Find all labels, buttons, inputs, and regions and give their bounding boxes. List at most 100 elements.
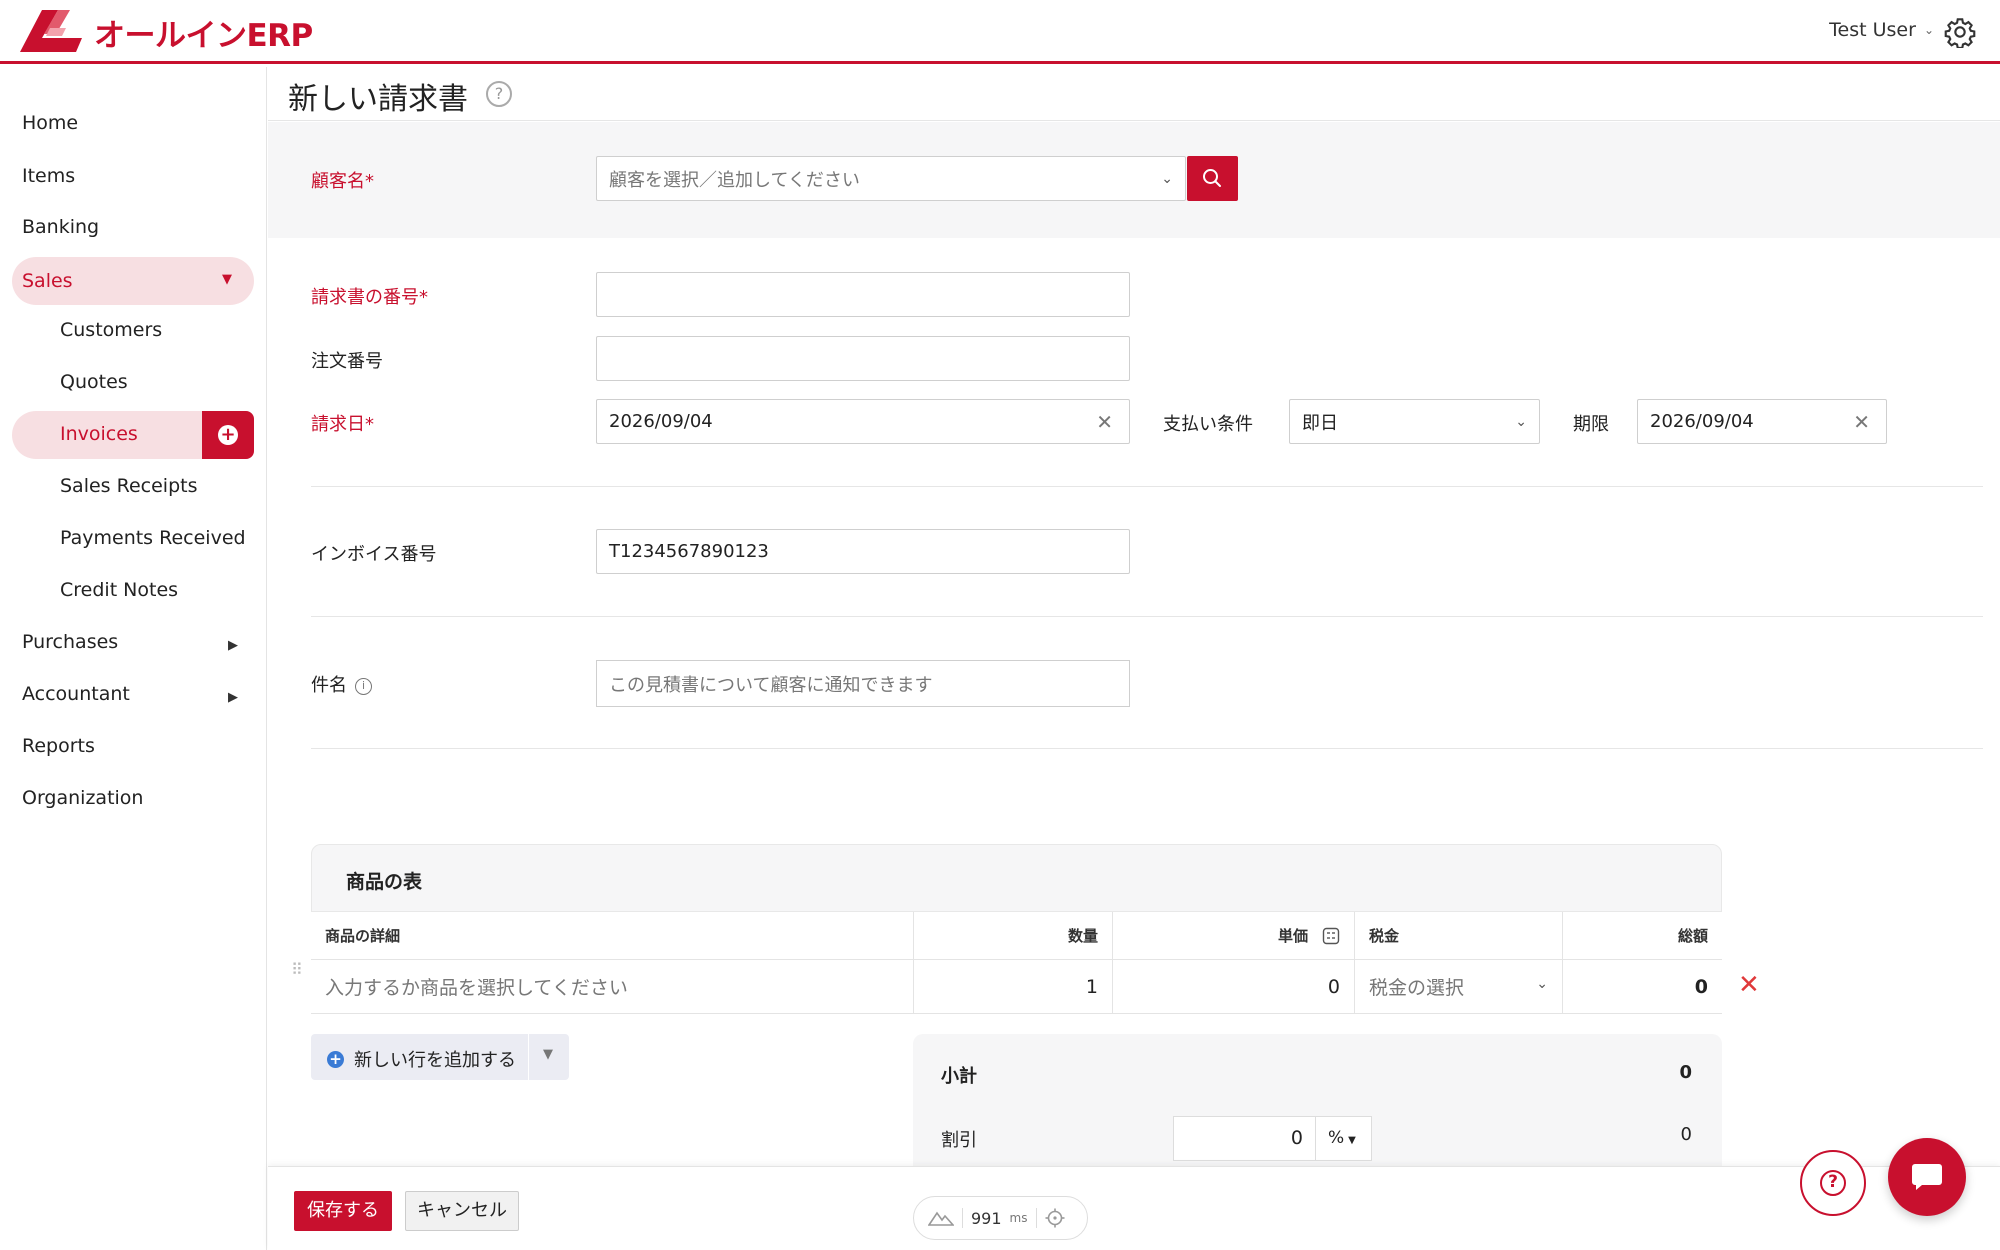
registration-number-value: T1234567890123 xyxy=(609,541,769,562)
quantity-input[interactable]: 1 xyxy=(914,960,1113,1014)
page-title: 新しい請求書 xyxy=(288,82,468,117)
subject-textarea[interactable]: この見積書について顧客に通知できます xyxy=(596,660,1130,707)
sidebar-item-reports[interactable]: Reports xyxy=(22,735,95,757)
logo-text: オールインERP xyxy=(94,17,313,54)
terms-label: 支払い条件 xyxy=(1163,414,1253,435)
discount-unit-value: % xyxy=(1328,1128,1345,1148)
plus-circle-icon: + xyxy=(327,1050,344,1068)
sidebar-item-banking[interactable]: Banking xyxy=(22,216,99,238)
drag-handle-icon[interactable]: ⠿ xyxy=(291,962,305,978)
items-table: 商品の表 商品の詳細 数量 単価 税金 総額 入力するか商品を選択してください … xyxy=(311,844,1722,1014)
close-icon[interactable]: ✕ xyxy=(1853,410,1870,434)
gear-icon[interactable] xyxy=(1944,16,1976,48)
customer-placeholder: 顧客を選択／追加してください xyxy=(609,169,860,191)
discount-input[interactable]: 0 xyxy=(1173,1116,1316,1161)
due-date-label: 期限 xyxy=(1573,414,1609,435)
user-menu[interactable]: Test User ⌄ xyxy=(1829,19,1934,41)
terms-value: 即日 xyxy=(1302,412,1338,434)
close-icon[interactable]: ✕ xyxy=(1096,410,1113,434)
item-input[interactable]: 入力するか商品を選択してください xyxy=(311,960,914,1014)
column-header-qty: 数量 xyxy=(914,912,1113,960)
search-icon xyxy=(1203,169,1221,187)
column-header-rate: 単価 xyxy=(1113,912,1355,960)
sidebar-item-home[interactable]: Home xyxy=(22,112,78,134)
discount-label: 割引 xyxy=(941,1130,977,1151)
subtotal-value: 0 xyxy=(1679,1062,1692,1083)
new-invoice-button[interactable]: + xyxy=(202,411,254,459)
registration-number-input[interactable]: T1234567890123 xyxy=(596,529,1130,574)
order-number-label: 注文番号 xyxy=(311,351,383,372)
invoice-number-label: 請求書の番号* xyxy=(311,287,428,308)
logo-mark-icon xyxy=(20,10,82,52)
divider xyxy=(528,1034,529,1080)
sidebar-item-accountant[interactable]: Accountant xyxy=(22,683,130,705)
totals-panel: 小計 0 割引 0 % ▼ 0 xyxy=(913,1034,1722,1174)
chat-button[interactable] xyxy=(1888,1138,1966,1216)
tax-select[interactable]: 税金の選択 ⌄ xyxy=(1355,960,1563,1014)
sidebar-item-invoices-label: Invoices xyxy=(60,423,138,445)
help-icon[interactable]: ? xyxy=(486,81,512,107)
invoice-date-input[interactable]: 2026/09/04 ✕ xyxy=(596,399,1130,444)
column-header-amount: 総額 xyxy=(1563,912,1722,960)
items-table-header: 商品の表 xyxy=(311,844,1722,912)
help-button[interactable]: ? xyxy=(1800,1150,1866,1216)
sidebar-item-sales-receipts[interactable]: Sales Receipts xyxy=(60,475,197,497)
item-placeholder: 入力するか商品を選択してください xyxy=(325,977,628,999)
invoice-date-label: 請求日* xyxy=(311,414,374,435)
save-button[interactable]: 保存する xyxy=(294,1191,392,1231)
sidebar-item-items[interactable]: Items xyxy=(22,165,75,187)
divider xyxy=(1035,1208,1037,1228)
caret-right-icon: ▶ xyxy=(228,638,238,653)
sidebar-item-customers[interactable]: Customers xyxy=(60,319,162,341)
crosshair-icon[interactable] xyxy=(1045,1208,1065,1228)
column-header-item: 商品の詳細 xyxy=(311,912,914,960)
sidebar-item-sales-label: Sales xyxy=(22,270,73,292)
page-header: 新しい請求書 ? xyxy=(268,67,2000,121)
perf-value: 991 xyxy=(971,1208,1002,1228)
chevron-down-icon: ⌄ xyxy=(1161,171,1173,187)
logo[interactable]: オールインERP xyxy=(20,6,313,58)
subject-label-text: 件名 xyxy=(311,675,347,696)
caret-down-icon[interactable]: ▼ xyxy=(543,1047,553,1062)
due-date-input[interactable]: 2026/09/04 ✕ xyxy=(1637,399,1887,444)
divider xyxy=(311,616,1983,617)
order-number-input[interactable] xyxy=(596,336,1130,381)
info-icon[interactable]: i xyxy=(355,677,372,695)
add-row-content: + 新しい行を追加する xyxy=(327,1046,516,1072)
caret-down-icon: ▼ xyxy=(1348,1135,1356,1146)
plus-icon: + xyxy=(218,425,238,445)
divider xyxy=(962,1208,963,1228)
user-name: Test User xyxy=(1829,19,1916,41)
sidebar-item-payments-received[interactable]: Payments Received xyxy=(60,527,246,549)
help-icon: ? xyxy=(1820,1170,1846,1196)
invoice-date-value: 2026/09/04 xyxy=(609,411,713,432)
cancel-button[interactable]: キャンセル xyxy=(405,1191,519,1231)
subject-label: 件名 i xyxy=(311,671,372,697)
customer-label: 顧客名* xyxy=(311,171,374,192)
sidebar-item-purchases[interactable]: Purchases xyxy=(22,631,118,653)
divider xyxy=(311,486,1983,487)
due-date-value: 2026/09/04 xyxy=(1650,411,1754,432)
customer-select[interactable]: 顧客を選択／追加してください ⌄ xyxy=(596,156,1186,201)
chevron-down-icon: ⌄ xyxy=(1923,23,1934,37)
customer-search-button[interactable] xyxy=(1187,156,1238,201)
invoice-number-input[interactable] xyxy=(596,272,1130,317)
terms-select[interactable]: 即日 ⌄ xyxy=(1289,399,1540,444)
rate-input[interactable]: 0 xyxy=(1113,960,1355,1014)
column-header-rate-label: 単価 xyxy=(1277,927,1308,945)
perf-unit: ms xyxy=(1009,1211,1028,1225)
sidebar-item-credit-notes[interactable]: Credit Notes xyxy=(60,579,178,601)
add-row-button[interactable]: + 新しい行を追加する ▼ xyxy=(311,1034,569,1080)
price-list-icon[interactable] xyxy=(1322,927,1340,945)
sidebar-item-organization[interactable]: Organization xyxy=(22,787,143,809)
chevron-down-icon: ⌄ xyxy=(1536,976,1548,992)
chevron-down-icon: ⌄ xyxy=(1515,414,1527,430)
discount-unit-select[interactable]: % ▼ xyxy=(1316,1116,1372,1161)
discount-amount: 0 xyxy=(1680,1124,1692,1145)
subtotal-label: 小計 xyxy=(941,1066,977,1087)
chat-icon xyxy=(1912,1164,1942,1190)
subject-placeholder: この見積書について顧客に通知できます xyxy=(609,675,933,696)
delete-row-icon[interactable]: ✕ xyxy=(1738,970,1760,1000)
row-amount: 0 xyxy=(1563,960,1722,1014)
sidebar-item-quotes[interactable]: Quotes xyxy=(60,371,128,393)
